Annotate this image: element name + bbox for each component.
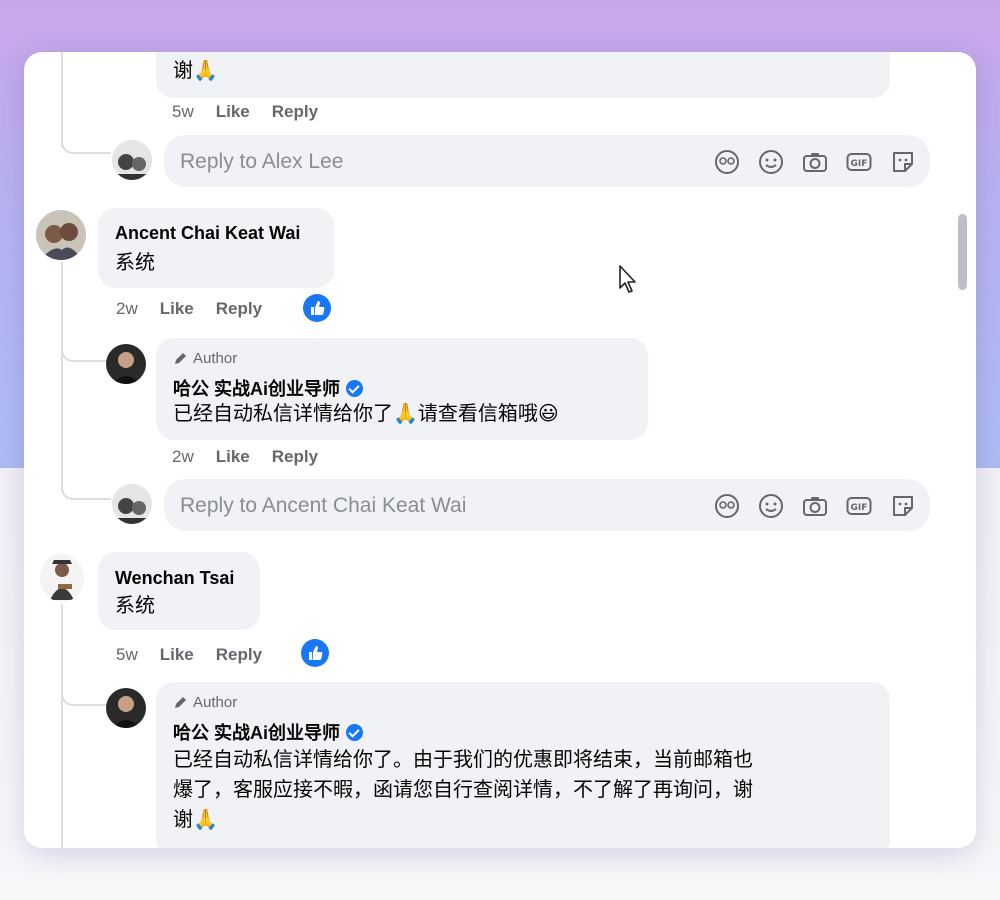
current-user-avatar[interactable] bbox=[112, 140, 152, 180]
scrollbar-thumb[interactable] bbox=[958, 214, 967, 290]
comment-time[interactable]: 5w bbox=[116, 645, 138, 665]
comment-bubble: Ancent Chai Keat Wai 系统 bbox=[98, 208, 334, 288]
avatar-sticker-icon[interactable] bbox=[714, 493, 740, 519]
thread-line bbox=[61, 262, 63, 492]
author-tag-label: Author bbox=[193, 694, 238, 711]
emoji-icon[interactable] bbox=[758, 493, 784, 519]
reply-actions: 2w Like Reply bbox=[172, 447, 340, 467]
gif-icon[interactable]: GIF bbox=[846, 493, 872, 519]
avatar-image bbox=[106, 688, 146, 728]
comment-time[interactable]: 2w bbox=[116, 299, 138, 319]
like-button[interactable]: Like bbox=[160, 299, 194, 319]
pencil-icon bbox=[175, 696, 186, 708]
comment-actions: 5w Like Reply bbox=[172, 102, 340, 122]
emoji-icon[interactable] bbox=[758, 149, 784, 175]
like-reaction-icon[interactable] bbox=[303, 294, 331, 322]
comment-actions: 2w Like Reply bbox=[116, 299, 284, 319]
reply-text-line: 谢🙏 bbox=[173, 809, 218, 831]
comment-author[interactable]: Ancent Chai Keat Wai bbox=[115, 223, 300, 244]
reply-author-name[interactable]: 哈公 实战Ai创业导师 bbox=[173, 379, 340, 399]
author-tag-label: Author bbox=[193, 350, 238, 367]
reply-input-bar: GIF bbox=[164, 479, 930, 533]
comment-text: 系统 bbox=[115, 595, 155, 617]
comments-panel: 谢🙏 5w Like Reply GIF Ancent Chai Keat Wa… bbox=[24, 52, 976, 848]
author-tag: Author bbox=[173, 694, 237, 711]
verified-badge-icon bbox=[346, 380, 364, 397]
reply-author-name[interactable]: 哈公 实战Ai创业导师 bbox=[173, 723, 340, 743]
comment-time[interactable]: 5w bbox=[172, 102, 194, 122]
author-tag: Author bbox=[173, 350, 237, 367]
reply-bubble: Author 哈公 实战Ai创业导师 已经自动私信详情给你了🙏请查看信箱哦😃 bbox=[156, 338, 648, 440]
avatar-image bbox=[106, 344, 146, 384]
reply-button[interactable]: Reply bbox=[216, 645, 262, 665]
avatar-image bbox=[40, 554, 84, 602]
author-avatar[interactable] bbox=[106, 688, 146, 728]
avatar-image bbox=[112, 140, 152, 180]
avatar-sticker-icon[interactable] bbox=[714, 149, 740, 175]
sticker-icon[interactable] bbox=[890, 149, 916, 175]
reply-author[interactable]: 哈公 实战Ai创业导师 bbox=[173, 719, 364, 745]
reply-button[interactable]: Reply bbox=[216, 299, 262, 319]
avatar-image bbox=[36, 210, 86, 260]
reply-time[interactable]: 2w bbox=[172, 447, 194, 467]
thread-connector bbox=[61, 112, 111, 154]
sticker-icon[interactable] bbox=[890, 493, 916, 519]
like-reaction-icon[interactable] bbox=[301, 639, 329, 667]
scrollbar[interactable] bbox=[946, 52, 976, 848]
reply-text-line: 已经自动私信详情给你了。由于我们的优惠即将结束，当前邮箱也 bbox=[173, 749, 753, 771]
like-button[interactable]: Like bbox=[216, 447, 250, 467]
thread-connector bbox=[61, 322, 109, 362]
author-avatar[interactable] bbox=[106, 344, 146, 384]
reply-text-line: 爆了，客服应接不暇，函请您自行查阅详情，不了解了再询问，谢 bbox=[173, 779, 753, 801]
comment-text: 谢🙏 bbox=[173, 60, 218, 82]
svg-text:GIF: GIF bbox=[851, 159, 868, 169]
mouse-cursor-icon bbox=[619, 265, 636, 293]
commenter-avatar[interactable] bbox=[36, 210, 86, 260]
thumbs-up-icon bbox=[311, 301, 325, 315]
reply-input[interactable] bbox=[178, 479, 702, 533]
svg-text:GIF: GIF bbox=[851, 503, 868, 513]
like-button[interactable]: Like bbox=[160, 645, 194, 665]
verified-badge-icon bbox=[346, 724, 364, 741]
camera-icon[interactable] bbox=[802, 149, 828, 175]
reply-button[interactable]: Reply bbox=[272, 447, 318, 467]
camera-icon[interactable] bbox=[802, 493, 828, 519]
reply-button[interactable]: Reply bbox=[272, 102, 318, 122]
gif-icon[interactable]: GIF bbox=[846, 149, 872, 175]
comment-author[interactable]: Wenchan Tsai bbox=[115, 568, 234, 589]
comment-text: 系统 bbox=[115, 252, 155, 274]
reply-author[interactable]: 哈公 实战Ai创业导师 bbox=[173, 375, 364, 401]
reply-input[interactable] bbox=[178, 135, 702, 189]
comment-bubble: Wenchan Tsai 系统 bbox=[98, 552, 260, 630]
comment-actions: 5w Like Reply bbox=[116, 645, 284, 665]
reply-input-bar: GIF bbox=[164, 135, 930, 189]
reply-text: 已经自动私信详情给你了🙏请查看信箱哦😃 bbox=[173, 403, 559, 425]
thread-line bbox=[61, 604, 63, 848]
thread-connector bbox=[61, 462, 111, 500]
commenter-avatar[interactable] bbox=[40, 554, 84, 602]
comment-bubble: 谢🙏 bbox=[156, 52, 890, 98]
thread-connector bbox=[61, 668, 109, 706]
current-user-avatar[interactable] bbox=[112, 484, 152, 524]
reply-bubble: Author 哈公 实战Ai创业导师 已经自动私信详情给你了。由于我们的优惠即将… bbox=[156, 682, 890, 848]
like-button[interactable]: Like bbox=[216, 102, 250, 122]
pencil-icon bbox=[175, 352, 186, 364]
avatar-image bbox=[112, 484, 152, 524]
thumbs-up-icon bbox=[309, 646, 323, 660]
